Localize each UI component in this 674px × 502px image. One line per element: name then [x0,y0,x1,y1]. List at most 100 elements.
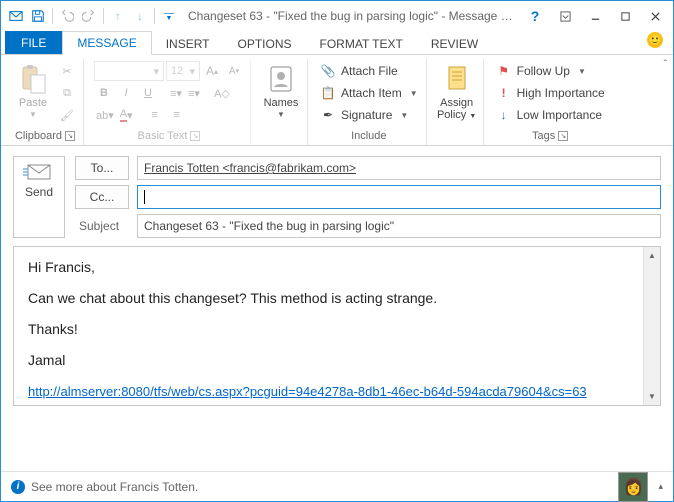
tab-format-text[interactable]: FORMAT TEXT [306,33,417,55]
font-size-selector[interactable]: 12▾ [166,61,200,81]
subject-field[interactable]: Changeset 63 - "Fixed the bug in parsing… [137,214,661,238]
chevron-down-icon: ▼ [277,110,285,119]
grow-font-icon[interactable]: A▴ [202,61,222,81]
decrease-indent-icon[interactable]: ≡ [145,105,165,125]
shrink-font-icon[interactable]: A▾ [224,61,244,81]
low-importance-button[interactable]: ↓Low Importance [494,105,607,126]
expand-people-pane-icon[interactable]: ▴ [658,481,663,492]
group-label-tags: Tags [532,130,555,142]
low-importance-icon: ↓ [496,107,512,123]
paperclip-icon: 📎 [320,63,336,79]
help-icon[interactable]: ? [521,6,549,26]
next-icon[interactable]: ↓ [129,5,151,27]
underline-icon[interactable]: U [138,83,158,103]
tab-message[interactable]: MESSAGE [62,31,151,55]
group-label-include: Include [351,130,386,142]
tab-file[interactable]: FILE [5,31,62,55]
dialog-launcher-icon[interactable]: ↘ [558,131,568,141]
scroll-down-icon[interactable]: ▼ [644,388,660,405]
chevron-down-icon: ▼ [400,111,408,120]
scroll-up-icon[interactable]: ▲ [644,247,660,264]
signature-icon: ✒ [320,107,336,123]
bold-icon[interactable]: B [94,83,114,103]
scrollbar[interactable]: ▲ ▼ [643,247,660,405]
assign-policy-button[interactable]: AssignPolicy ▼ [437,60,477,126]
message-body[interactable]: Hi Francis, Can we chat about this chang… [13,246,661,406]
group-clipboard: Paste ▼ ✂ ⧉ 🖌 Clipboard↘ [7,58,84,145]
qat-separator [52,8,53,24]
minimize-icon[interactable] [581,6,609,26]
body-greeting: Hi Francis, [28,257,646,278]
group-include: 📎Attach File 📋Attach Item▼ ✒Signature▼ I… [312,58,427,145]
group-label-clipboard: Clipboard [15,130,62,142]
cut-icon[interactable]: ✂ [57,61,77,81]
policy-icon [441,63,473,95]
attach-item-icon: 📋 [320,85,336,101]
attach-file-button[interactable]: 📎Attach File [318,61,420,82]
collapse-ribbon-icon[interactable]: ˆ [664,59,667,70]
font-family-selector[interactable]: ▾ [94,61,164,81]
info-icon: i [11,480,25,494]
send-icon [23,163,55,181]
italic-icon[interactable]: I [116,83,136,103]
group-label-basic-text: Basic Text [138,130,188,142]
subject-label: Subject [75,219,129,233]
ribbon-options-icon[interactable] [551,6,579,26]
signature-button[interactable]: ✒Signature▼ [318,105,420,126]
quick-access-toolbar: ↑ ↓ —▼ [5,5,180,27]
qat-customize-icon[interactable]: —▼ [158,5,180,27]
feedback-smiley-icon[interactable] [647,32,663,48]
previous-icon[interactable]: ↑ [107,5,129,27]
window-title: Changeset 63 - "Fixed the bug in parsing… [180,9,521,23]
undo-icon[interactable] [56,5,78,27]
clear-formatting-icon[interactable]: A◇ [212,83,232,103]
names-button[interactable]: Names ▼ [261,60,301,126]
address-book-icon [265,63,297,95]
text-cursor [144,190,145,204]
dialog-launcher-icon[interactable]: ↘ [190,131,200,141]
follow-up-button[interactable]: ⚑Follow Up▼ [494,61,607,82]
cc-button[interactable]: Cc... [75,185,129,209]
title-bar: ↑ ↓ —▼ Changeset 63 - "Fixed the bug in … [1,1,673,31]
bullets-icon[interactable]: ≡▾ [168,83,184,103]
chevron-down-icon: ▼ [29,110,37,119]
tab-review[interactable]: REVIEW [417,33,492,55]
attach-item-button[interactable]: 📋Attach Item▼ [318,83,420,104]
cc-field[interactable] [137,185,661,209]
group-basic-text: ▾ 12▾ A▴ A▾ B I U ≡▾ ≡▾ A◇ ab▾ A [88,58,251,145]
increase-indent-icon[interactable]: ≡ [167,105,187,125]
body-thanks: Thanks! [28,319,646,340]
highlight-icon[interactable]: ab▾ [94,105,116,125]
qat-separator [103,8,104,24]
save-icon[interactable] [27,5,49,27]
high-importance-button[interactable]: !High Importance [494,83,607,104]
dialog-launcher-icon[interactable]: ↘ [65,131,75,141]
group-tags: ⚑Follow Up▼ !High Importance ↓Low Import… [488,58,613,145]
paste-button[interactable]: Paste ▼ [13,60,53,126]
to-field[interactable]: Francis Totten <francis@fabrikam.com> [137,156,661,180]
ribbon-tabs: FILE MESSAGE INSERT OPTIONS FORMAT TEXT … [1,31,673,55]
qat-app-icon[interactable] [5,5,27,27]
body-link[interactable]: http://almserver:8080/tfs/web/cs.aspx?pc… [28,384,587,399]
body-signature: Jamal [28,350,646,371]
redo-icon[interactable] [78,5,100,27]
send-button[interactable]: Send [13,156,65,238]
close-icon[interactable] [641,6,669,26]
window-controls: ? [521,6,669,26]
maximize-icon[interactable] [611,6,639,26]
to-button[interactable]: To... [75,156,129,180]
font-color-icon[interactable]: A▾ [118,105,135,125]
numbering-icon[interactable]: ≡▾ [186,83,202,103]
group-assign-policy: AssignPolicy ▼ . [431,58,484,145]
format-painter-icon[interactable]: 🖌 [57,105,77,125]
contact-avatar[interactable]: 👩 [618,472,648,502]
tab-insert[interactable]: INSERT [152,33,224,55]
copy-icon[interactable]: ⧉ [57,83,77,103]
people-pane-text[interactable]: See more about Francis Totten. [31,480,198,494]
chevron-down-icon: ▼ [578,67,586,76]
tab-options[interactable]: OPTIONS [224,33,306,55]
paste-icon [17,63,49,95]
high-importance-icon: ! [496,85,512,101]
body-line: Can we chat about this changeset? This m… [28,288,646,309]
compose-area: Send To... Francis Totten <francis@fabri… [1,146,673,412]
